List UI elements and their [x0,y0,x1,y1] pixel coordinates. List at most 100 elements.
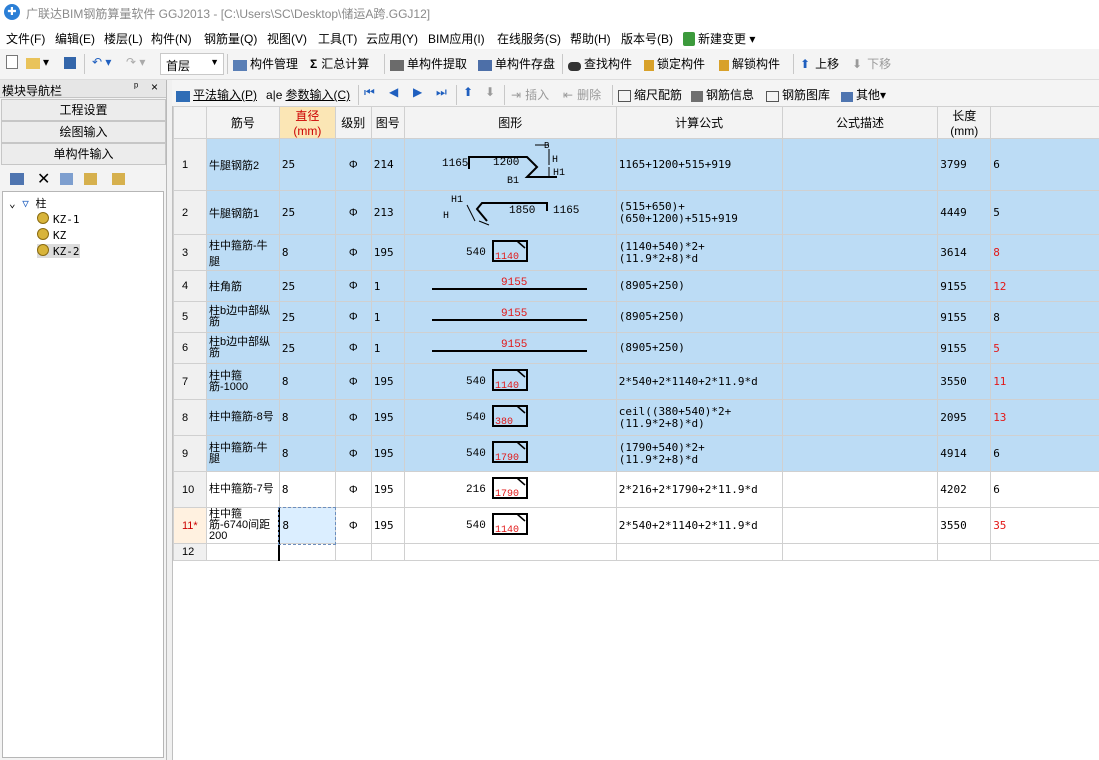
cell-length[interactable]: 9155 [937,301,992,333]
menu-bim[interactable]: BIM应用(I) [428,30,485,47]
cell-diameter[interactable]: 8 [278,399,336,436]
cell-name[interactable]: 柱中箍筋-牛腿 [205,234,280,271]
cell-shape[interactable]: 540 1790 [403,435,617,472]
cell-shape[interactable]: 540 1140 [403,507,617,544]
cell-formula[interactable]: ceil((380+540)*2+(11.9*2+8)*d) [615,399,783,436]
cell-diameter[interactable]: 8 [278,435,336,472]
cell-length[interactable]: 4449 [937,190,992,235]
cell-name[interactable]: 柱b边中部纵筋 [205,332,280,364]
cell-name[interactable]: 牛腿钢筋1 [205,190,280,235]
cell-length[interactable]: 9155 [937,332,992,364]
cell-count[interactable]: 12 [990,270,1099,302]
table-row[interactable]: 3 柱中箍筋-牛腿 8 Φ 195 540 1140 (1140+540)*2+… [173,234,1099,271]
cell-grade[interactable] [334,543,372,561]
cell-figure-no[interactable]: 1 [370,332,405,364]
cell-formula[interactable]: 2*540+2*1140+2*11.9*d [615,363,783,400]
rebar-info-button[interactable]: 钢筋信息 [691,86,754,103]
cell-figure-no[interactable]: 195 [370,471,405,508]
close-icon[interactable]: × [151,80,158,94]
cell-length[interactable]: 3550 [937,363,992,400]
cell-formula-desc[interactable] [781,301,939,333]
cell-name[interactable]: 柱中箍筋-1000 [205,363,280,400]
cell-shape[interactable]: 216 1790 [403,471,617,508]
cell-formula-desc[interactable] [781,507,939,544]
import-icon[interactable] [112,173,125,185]
cell-grade[interactable]: Φ [334,471,372,508]
cell-diameter[interactable]: 25 [278,332,336,364]
header-count[interactable] [990,106,1099,139]
cell-diameter[interactable]: 8 [278,363,336,400]
lock-component-button[interactable]: 锁定构件 [644,55,705,72]
single-extract-button[interactable]: 单构件提取 [390,55,467,72]
menu-new-change[interactable]: 新建变更 ▾ [683,30,755,47]
cell-figure-no[interactable] [370,543,405,561]
prev-record-icon[interactable]: ◀ [389,85,398,99]
cell-grade[interactable]: Φ [334,190,372,235]
table-row-empty[interactable]: 12 [173,543,1099,561]
header-length[interactable]: 长度(mm) [937,106,992,139]
cell-name[interactable]: 柱中箍筋-8号 [205,399,280,436]
cell-count[interactable] [990,543,1099,561]
cell-figure-no[interactable]: 195 [370,363,405,400]
cell-length[interactable]: 4202 [937,471,992,508]
cell-grade[interactable]: Φ [334,270,372,302]
header-formula-desc[interactable]: 公式描述 [781,106,939,139]
cell-shape[interactable]: 9155 [403,270,617,302]
summary-calc-button[interactable]: Σ 汇总计算 [310,55,369,72]
table-row[interactable]: 6 柱b边中部纵筋 25 Φ 1 9155 (8905+250) 9155 5 [173,332,1099,364]
delete-icon[interactable]: ✕ [37,169,50,189]
header-formula[interactable]: 计算公式 [615,106,783,139]
cell-shape[interactable]: 540 380 [403,399,617,436]
tree-root-column[interactable]: ⌄ ▽ 柱 [9,195,47,211]
cell-formula[interactable]: (8905+250) [615,301,783,333]
pin-icon[interactable]: ᵖ [134,81,138,93]
cell-formula-desc[interactable] [781,270,939,302]
cell-grade[interactable]: Φ [334,363,372,400]
cell-shape[interactable]: 540 1140 [403,234,617,271]
cell-name[interactable]: 牛腿钢筋2 [205,138,280,191]
param-input-button[interactable]: a|e 参数输入(C) [266,86,350,103]
cell-formula-desc[interactable] [781,399,939,436]
cell-grade[interactable]: Φ [334,332,372,364]
table-row[interactable]: 9 柱中箍筋-牛腿 8 Φ 195 540 1790 (1790+540)*2+… [173,435,1099,472]
cell-length[interactable]: 9155 [937,270,992,302]
tree-item-kz[interactable]: KZ [37,228,66,242]
flat-input-button[interactable]: 平法输入(P) [176,86,257,103]
cell-shape[interactable]: 9155 [403,332,617,364]
rebar-library-button[interactable]: 钢筋图库 [766,86,830,103]
menu-cloud[interactable]: 云应用(Y) [366,30,418,47]
tree-item-kz1[interactable]: KZ-1 [37,212,80,226]
cell-formula[interactable]: (8905+250) [615,270,783,302]
table-row[interactable]: 7 柱中箍筋-1000 8 Φ 195 540 1140 2*540+2*114… [173,363,1099,400]
cell-formula[interactable]: (515+650)+(650+1200)+515+919 [615,190,783,235]
tree-item-kz2[interactable]: KZ-2 [37,244,80,258]
cell-length[interactable]: 3614 [937,234,992,271]
menu-file[interactable]: 文件(F) [6,30,45,47]
cell-name[interactable]: 柱中箍筋-7号 [205,471,280,508]
first-record-icon[interactable]: ⏮ [364,85,375,100]
cell-count[interactable]: 6 [990,138,1099,191]
cell-count[interactable]: 5 [990,332,1099,364]
next-record-icon[interactable]: ▶ [413,85,422,99]
table-row-current[interactable]: 11* 柱中箍筋-6740间距200 8 Φ 195 540 1140 2*54… [173,506,1099,545]
menu-tools[interactable]: 工具(T) [318,30,357,47]
cell-figure-no[interactable]: 195 [370,435,405,472]
table-row[interactable]: 1 牛腿钢筋2 25 Φ 214 1165 1200 B1 B H H1 116… [173,138,1099,191]
menu-online[interactable]: 在线服务(S) [497,30,561,47]
cell-figure-no[interactable]: 214 [370,138,405,191]
last-record-icon[interactable]: ⏭ [436,85,447,100]
table-row[interactable]: 2 牛腿钢筋1 25 Φ 213 H1 H 1850 1165 (515+650… [173,190,1099,235]
cell-length[interactable]: 4914 [937,435,992,472]
cell-shape[interactable]: 9155 [403,301,617,333]
cell-count[interactable]: 13 [990,399,1099,436]
cell-figure-no[interactable]: 195 [370,399,405,436]
cell-count[interactable]: 8 [990,301,1099,333]
single-save-button[interactable]: 单构件存盘 [478,55,555,72]
table-row[interactable]: 5 柱b边中部纵筋 25 Φ 1 9155 (8905+250) 9155 8 [173,301,1099,333]
cell-length[interactable] [937,543,992,561]
cell-shape[interactable] [403,543,617,561]
cell-diameter[interactable]: 8 [278,234,336,271]
cell-count[interactable]: 6 [990,435,1099,472]
header-name[interactable]: 筋号 [205,106,280,139]
cell-shape[interactable]: H1 H 1850 1165 [403,190,617,235]
